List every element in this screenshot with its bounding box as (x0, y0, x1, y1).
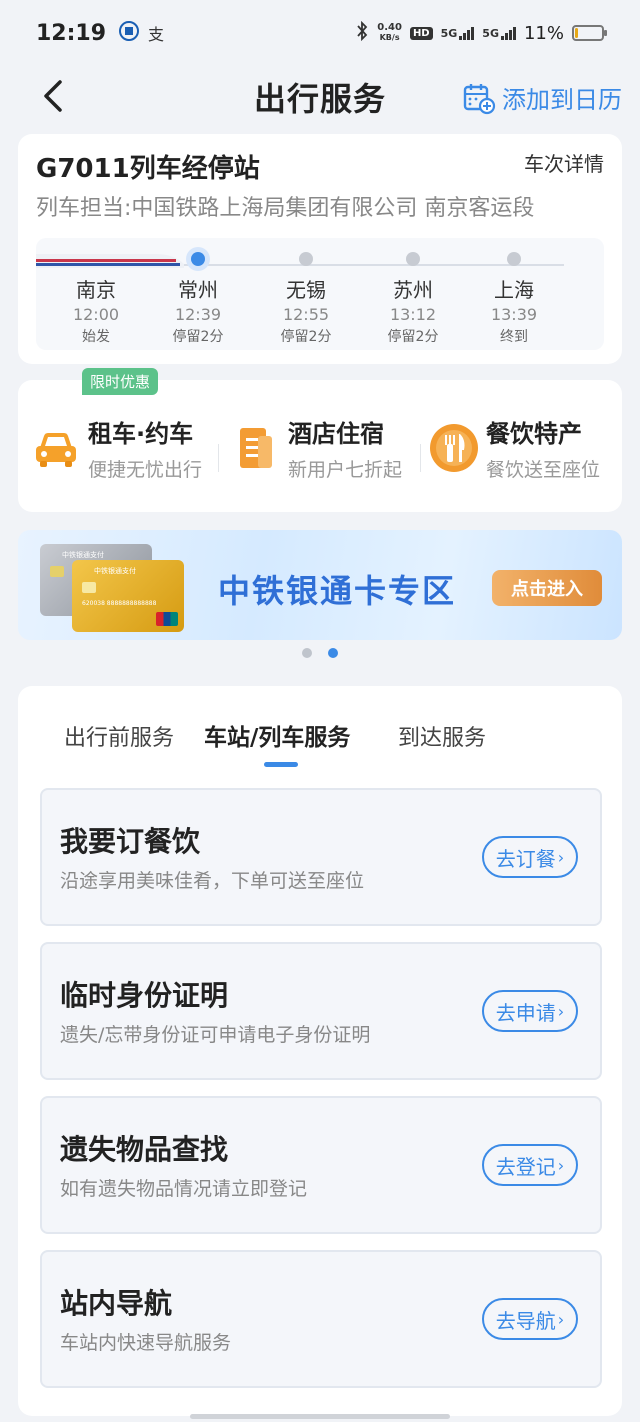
add-to-calendar-button[interactable]: 添加到日历 (462, 80, 622, 115)
station-stop[interactable]: 常州 12:39 停留2分 (148, 252, 248, 346)
stop-name: 南京 (76, 278, 116, 302)
nav-bar: 出行服务 添加到日历 (0, 66, 640, 128)
service-title: 餐饮特产 (486, 420, 582, 448)
chevron-right-icon: › (557, 1155, 565, 1175)
divider (420, 444, 421, 472)
list-item-station-nav[interactable]: 站内导航 车站内快速导航服务 去导航 › (40, 1250, 602, 1388)
stop-name: 上海 (494, 278, 534, 302)
gold-card-image: 中铁银通支付 620038 8888888888888 (72, 560, 184, 632)
service-title: 酒店住宿 (288, 420, 384, 448)
apply-id-button[interactable]: 去申请 › (482, 990, 578, 1032)
service-hotel[interactable]: 酒店住宿 新用户七折起 (230, 406, 402, 490)
register-lost-button[interactable]: 去登记 › (482, 1144, 578, 1186)
stop-time: 12:39 (174, 305, 222, 324)
battery-percent: 11% (523, 22, 564, 44)
signal-2: 5G (482, 26, 516, 40)
chevron-right-icon: › (557, 847, 565, 867)
divider (218, 444, 219, 472)
status-time: 12:19 (36, 20, 107, 46)
carousel-dots (0, 648, 640, 658)
train-title: G7011列车经停站 (36, 154, 260, 184)
stop-name: 常州 (178, 278, 218, 302)
order-food-button[interactable]: 去订餐 › (482, 836, 578, 878)
status-bar: 12:19 支 0.40 KB/s HD 5G 5G 11% (0, 0, 640, 66)
stop-time: 13:12 (389, 305, 437, 324)
service-desc: 便捷无忧出行 (88, 459, 203, 481)
service-tabs: 出行前服务 车站/列车服务 到达服务 (18, 716, 622, 776)
promo-badge: 限时优惠 (82, 368, 159, 395)
alipay-notification-icon: 支 (148, 25, 165, 44)
stop-info: 始发 (82, 329, 110, 345)
tab-station-train[interactable]: 车站/列车服务 (204, 718, 350, 752)
item-desc: 如有遗失物品情况请立即登记 (60, 1178, 308, 1200)
stop-info: 停留2分 (387, 329, 439, 345)
stop-time: 12:00 (72, 305, 120, 324)
service-desc: 新用户七折起 (288, 459, 403, 481)
navigate-button[interactable]: 去导航 › (482, 1298, 578, 1340)
item-title: 站内导航 (60, 1287, 173, 1320)
service-title: 租车·约车 (88, 420, 194, 448)
item-title: 遗失物品查找 (60, 1133, 229, 1166)
stop-dot (406, 252, 420, 266)
station-services-card: 出行前服务 车站/列车服务 到达服务 我要订餐饮 沿途享用美味佳肴，下单可送至座… (18, 686, 622, 1416)
chevron-right-icon: › (557, 1001, 565, 1021)
stop-info: 终到 (500, 329, 528, 345)
item-title: 临时身份证明 (60, 979, 229, 1012)
hotel-icon (230, 422, 282, 474)
item-desc: 车站内快速导航服务 (60, 1332, 232, 1354)
list-item-temp-id[interactable]: 临时身份证明 遗失/忘带身份证可申请电子身份证明 去申请 › (40, 942, 602, 1080)
train-stops-card: G7011列车经停站 车次详情 列车担当:中国铁路上海局集团有限公司 南京客运段… (18, 134, 622, 364)
stop-name: 无锡 (286, 278, 326, 302)
service-car-rental[interactable]: 租车·约车 便捷无忧出行 (30, 406, 202, 490)
stop-dot (507, 252, 521, 266)
bank-card-banner[interactable]: 中铁银通支付 中铁银通支付 620038 8888888888888 中铁银通卡… (18, 530, 622, 640)
stop-time: 13:39 (490, 305, 538, 324)
tab-active-indicator (264, 762, 298, 767)
taxi-icon (30, 422, 82, 474)
hd-icon: HD (409, 26, 433, 40)
stop-time: 12:55 (282, 305, 330, 324)
station-stop[interactable]: 无锡 12:55 停留2分 (256, 252, 356, 346)
chevron-right-icon: › (557, 1309, 565, 1329)
stop-name: 苏州 (393, 278, 433, 302)
signal-1: 5G (441, 26, 475, 40)
tab-pre-travel[interactable]: 出行前服务 (64, 720, 174, 752)
app-notification-icon (118, 20, 140, 46)
network-speed: 0.40 KB/s (377, 22, 402, 43)
battery-icon (572, 25, 607, 41)
list-item-lost-found[interactable]: 遗失物品查找 如有遗失物品情况请立即登记 去登记 › (40, 1096, 602, 1234)
station-stop[interactable]: 上海 13:39 终到 (464, 252, 564, 346)
travel-services-card: 租车·约车 便捷无忧出行 限时优惠 酒店住宿 新用户七折起 餐饮特产 餐饮送至座… (18, 368, 622, 512)
item-title: 我要订餐饮 (60, 825, 201, 858)
tab-arrival[interactable]: 到达服务 (398, 720, 486, 752)
add-to-calendar-label: 添加到日历 (502, 86, 622, 114)
station-stop[interactable]: 苏州 13:12 停留2分 (363, 252, 463, 346)
stop-dot (191, 252, 205, 266)
home-indicator[interactable] (190, 1414, 450, 1419)
stop-info: 停留2分 (172, 329, 224, 345)
service-dining[interactable]: 餐饮特产 餐饮送至座位 (428, 406, 600, 490)
train-operator: 列车担当:中国铁路上海局集团有限公司 南京客运段 (36, 196, 535, 221)
train-detail-link[interactable]: 车次详情 (524, 148, 604, 177)
banner-title: 中铁银通卡专区 (218, 572, 457, 610)
service-desc: 餐饮送至座位 (486, 459, 601, 481)
item-desc: 沿途享用美味佳肴，下单可送至座位 (60, 870, 365, 892)
banner-enter-button[interactable]: 点击进入 (492, 570, 602, 606)
bluetooth-icon (355, 20, 369, 45)
route-timeline[interactable]: 南京 12:00 始发 常州 12:39 停留2分 无锡 12:55 停留2分 苏州 13:12 停留… (36, 238, 604, 350)
dining-icon (428, 422, 480, 474)
stop-info: 停留2分 (280, 329, 332, 345)
carousel-dot-active[interactable] (328, 648, 338, 658)
stop-dot (299, 252, 313, 266)
calendar-add-icon (463, 83, 496, 114)
carousel-dot[interactable] (302, 648, 312, 658)
item-desc: 遗失/忘带身份证可申请电子身份证明 (60, 1024, 371, 1046)
list-item-order-food[interactable]: 我要订餐饮 沿途享用美味佳肴，下单可送至座位 去订餐 › (40, 788, 602, 926)
station-stop[interactable]: 南京 12:00 始发 (46, 252, 146, 346)
